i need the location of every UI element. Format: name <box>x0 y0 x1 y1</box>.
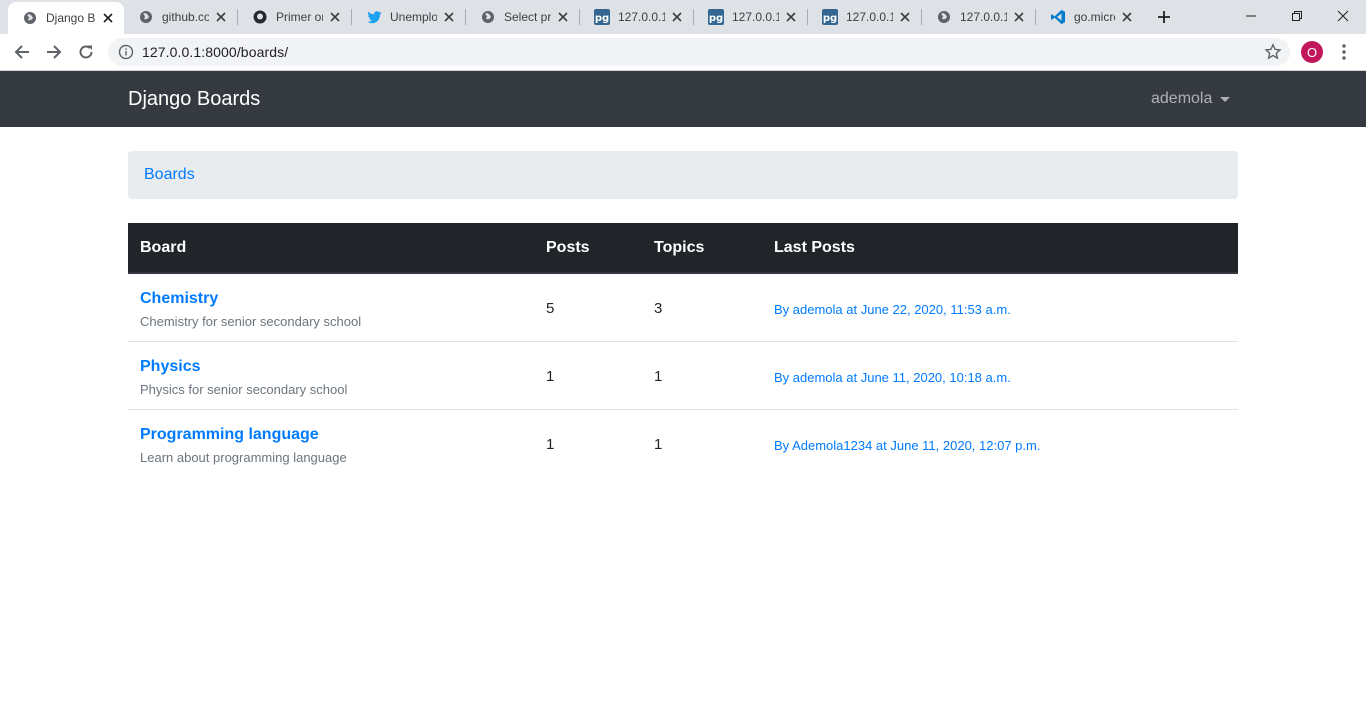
vscode-icon <box>1050 9 1066 25</box>
plus-icon <box>1158 11 1170 23</box>
board-link[interactable]: Programming language <box>140 426 319 444</box>
svg-text:pg: pg <box>823 13 837 24</box>
header-posts: Posts <box>546 239 590 256</box>
twitter-icon <box>366 9 382 25</box>
new-tab-button[interactable] <box>1154 7 1174 27</box>
close-icon[interactable] <box>327 9 343 25</box>
globe-icon <box>936 9 952 25</box>
url-text[interactable]: 127.0.0.1:8000/boards/ <box>142 44 288 60</box>
tab-go-microsoft[interactable]: go.micro <box>1036 0 1143 34</box>
last-post-link[interactable]: By ademola at June 22, 2020, 11:53 a.m. <box>774 302 1011 317</box>
header-board: Board <box>140 239 187 256</box>
site-navbar: Django Boards ademola <box>0 71 1366 127</box>
tab-select[interactable]: Select pr <box>466 0 579 34</box>
topics-count: 3 <box>654 300 663 317</box>
boards-table: Board Posts Topics Last Posts Chemistry … <box>128 223 1238 478</box>
tab-title: Select pr <box>504 10 551 24</box>
board-description: Learn about programming language <box>140 450 347 465</box>
arrow-left-icon <box>14 45 29 59</box>
tab-title: github.co <box>162 10 209 24</box>
board-description: Physics for senior secondary school <box>140 382 348 397</box>
tab-localhost[interactable]: 127.0.0.1 <box>922 0 1035 34</box>
last-post-link[interactable]: By Ademola1234 at June 11, 2020, 12:07 p… <box>774 438 1040 453</box>
tab-github[interactable]: github.co <box>124 0 237 34</box>
address-bar[interactable]: 127.0.0.1:8000/boards/ <box>108 38 1290 66</box>
reload-button[interactable] <box>72 38 100 66</box>
tab-title: 127.0.0.1 <box>960 10 1007 24</box>
close-icon[interactable] <box>1119 9 1135 25</box>
github-icon <box>252 9 268 25</box>
close-icon[interactable] <box>100 10 116 26</box>
info-icon[interactable] <box>118 44 134 60</box>
tab-pgadmin-2[interactable]: pg 127.0.0.1 <box>694 0 807 34</box>
close-icon[interactable] <box>1011 9 1027 25</box>
arrow-right-icon <box>47 45 62 59</box>
header-topics: Topics <box>654 239 705 256</box>
header-last-posts: Last Posts <box>774 239 855 256</box>
tab-title: 127.0.0.1 <box>618 10 665 24</box>
pg-icon: pg <box>594 9 610 25</box>
restore-button[interactable] <box>1274 0 1320 32</box>
table-row: Chemistry Chemistry for senior secondary… <box>128 274 1238 342</box>
posts-count: 5 <box>546 300 555 317</box>
breadcrumb: Boards <box>128 151 1238 199</box>
browser-menu-button[interactable] <box>1334 41 1354 63</box>
user-dropdown[interactable]: ademola <box>1151 90 1231 108</box>
tab-strip: Django B github.co Primer on Unemplo Sel… <box>0 0 1366 34</box>
svg-text:pg: pg <box>595 13 609 24</box>
tab-twitter[interactable]: Unemplo <box>352 0 465 34</box>
back-button[interactable] <box>8 38 36 66</box>
more-vert-icon <box>1342 44 1346 60</box>
close-icon <box>1337 10 1349 22</box>
tab-pgadmin-3[interactable]: pg 127.0.0.1 <box>808 0 921 34</box>
tab-pgadmin-1[interactable]: pg 127.0.0.1 <box>580 0 693 34</box>
table-header: Board Posts Topics Last Posts <box>128 223 1238 274</box>
tab-title: Unemplo <box>390 10 437 24</box>
minimize-button[interactable] <box>1228 0 1274 32</box>
pg-icon: pg <box>708 9 724 25</box>
close-icon[interactable] <box>897 9 913 25</box>
tab-title: Django B <box>46 11 96 25</box>
browser-toolbar: 127.0.0.1:8000/boards/ <box>0 34 1366 71</box>
page-scrollbar[interactable] <box>1357 71 1366 728</box>
close-icon[interactable] <box>669 9 685 25</box>
table-row: Physics Physics for senior secondary sch… <box>128 342 1238 410</box>
tab-title: Primer on <box>276 10 323 24</box>
minimize-icon <box>1246 15 1256 17</box>
board-link[interactable]: Physics <box>140 358 200 376</box>
tab-title: go.micro <box>1074 10 1115 24</box>
profile-avatar[interactable]: O <box>1301 41 1323 63</box>
close-icon[interactable] <box>783 9 799 25</box>
user-name: ademola <box>1151 90 1213 107</box>
board-link[interactable]: Chemistry <box>140 290 218 308</box>
star-icon[interactable] <box>1264 43 1282 61</box>
tab-title: 127.0.0.1 <box>846 10 893 24</box>
forward-button[interactable] <box>40 38 68 66</box>
table-row: Programming language Learn about program… <box>128 410 1238 478</box>
close-icon[interactable] <box>441 9 457 25</box>
restore-icon <box>1292 11 1302 21</box>
reload-icon <box>79 45 93 59</box>
globe-icon <box>22 10 38 26</box>
brand-link[interactable]: Django Boards <box>128 88 260 111</box>
topics-count: 1 <box>654 436 663 453</box>
posts-count: 1 <box>546 436 555 453</box>
globe-icon <box>480 9 496 25</box>
globe-icon <box>138 9 154 25</box>
caret-down-icon <box>1220 96 1231 102</box>
tab-primer[interactable]: Primer on <box>238 0 351 34</box>
posts-count: 1 <box>546 368 555 385</box>
close-icon[interactable] <box>213 9 229 25</box>
board-description: Chemistry for senior secondary school <box>140 314 362 329</box>
topics-count: 1 <box>654 368 663 385</box>
breadcrumb-boards[interactable]: Boards <box>144 166 195 184</box>
close-icon[interactable] <box>555 9 571 25</box>
tab-django-boards[interactable]: Django B <box>8 2 124 34</box>
svg-text:pg: pg <box>709 13 723 24</box>
last-post-link[interactable]: By ademola at June 11, 2020, 10:18 a.m. <box>774 370 1011 385</box>
pg-icon: pg <box>822 9 838 25</box>
tab-title: 127.0.0.1 <box>732 10 779 24</box>
close-window-button[interactable] <box>1320 0 1366 32</box>
